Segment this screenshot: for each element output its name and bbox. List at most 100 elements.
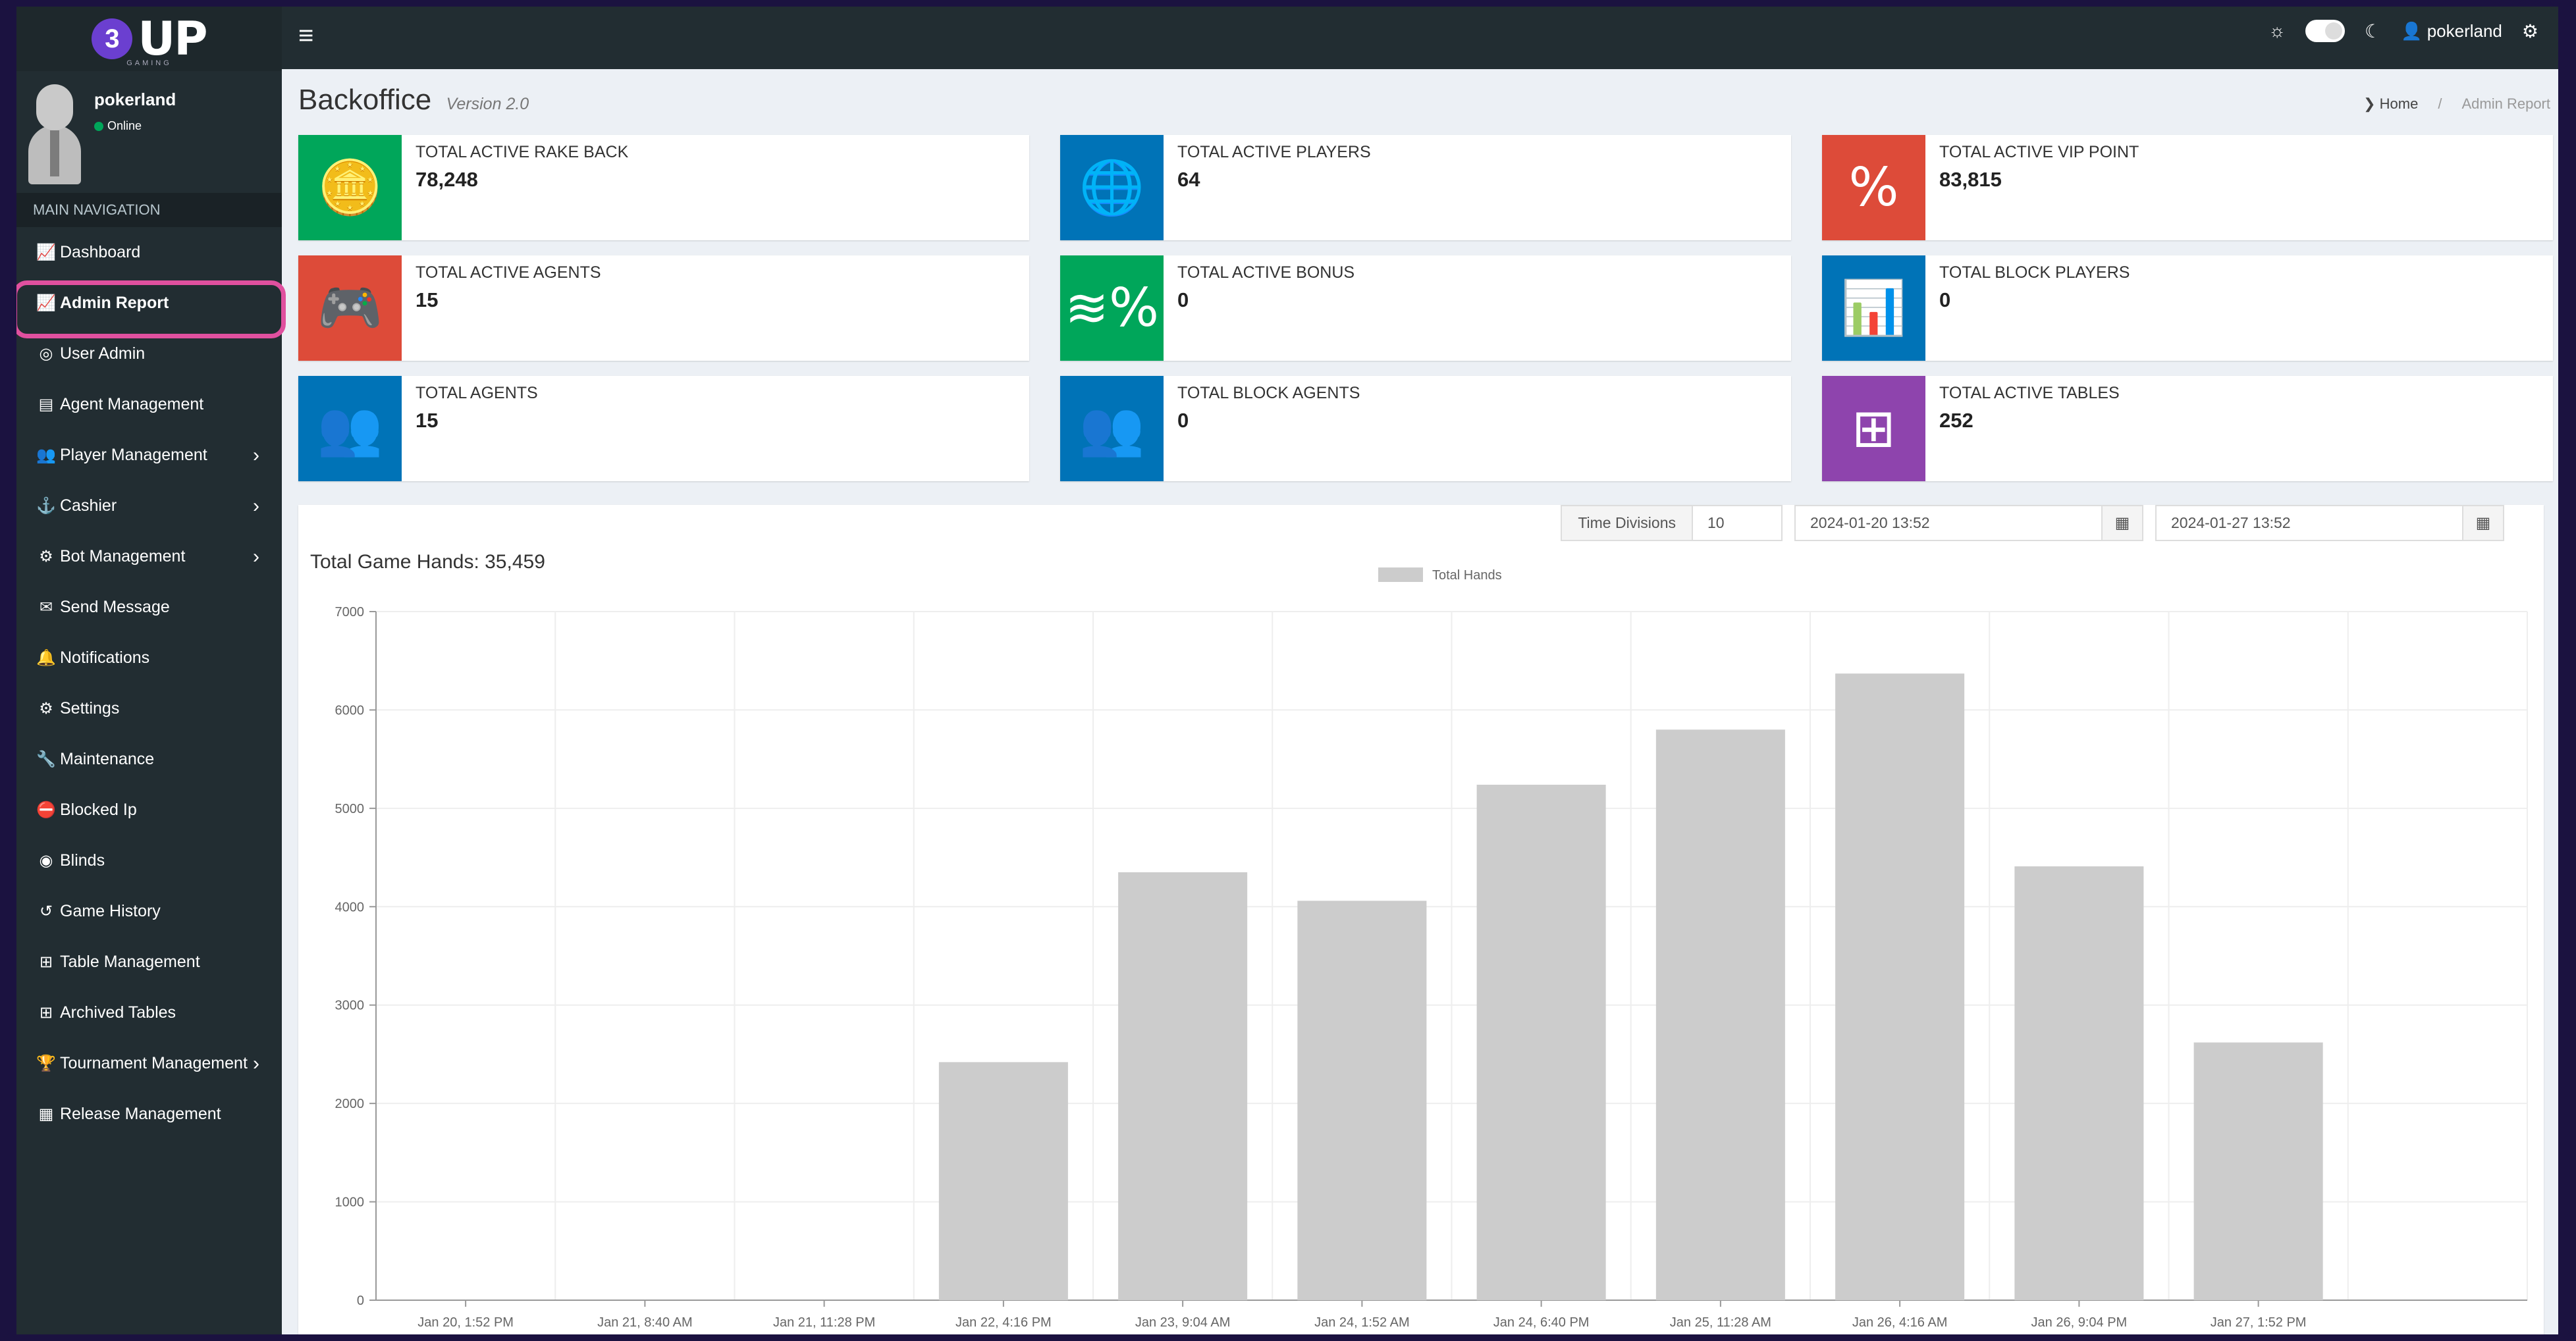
sidebar-item-game-history[interactable]: ↺ Game History xyxy=(16,886,282,937)
stat-card-label: TOTAL BLOCK PLAYERS xyxy=(1939,263,2130,282)
chart-panel: Time Divisions 10 2024-01-20 13:52 ▦ 202… xyxy=(298,505,2544,1334)
logo[interactable]: 3 UP GAMING xyxy=(16,7,282,71)
y-tick-label: 5000 xyxy=(335,802,365,816)
y-tick-label: 3000 xyxy=(335,999,365,1013)
x-tick-label: Jan 20, 1:52 PM xyxy=(417,1315,514,1330)
x-tick-label: Jan 23, 9:04 AM xyxy=(1135,1315,1231,1330)
user-status-label: Online xyxy=(107,119,142,132)
logo-text: UP xyxy=(138,12,207,66)
bot-icon: ⚙ xyxy=(39,548,53,565)
sidebar-item-maintenance[interactable]: 🔧 Maintenance xyxy=(16,734,282,785)
sidebar-item-label: Blocked Ip xyxy=(60,801,137,819)
stat-card-label: TOTAL ACTIVE VIP POINT xyxy=(1939,143,2139,161)
bar-chart: Total Hands 0 1000 2000 3000 4000 5000 6000 7000… xyxy=(335,567,2528,1330)
stat-card: 👥 TOTAL AGENTS 15 xyxy=(298,376,1029,481)
users-icon: 👥 xyxy=(36,446,56,464)
y-tick-label: 6000 xyxy=(335,703,365,718)
theme-toggle[interactable] xyxy=(2305,20,2345,42)
sidebar-item-label: Tournament Management xyxy=(60,1054,248,1072)
stat-card-label: TOTAL ACTIVE AGENTS xyxy=(416,263,601,282)
sidebar-item-cashier[interactable]: ⚓ Cashier › xyxy=(16,481,282,531)
sidebar-item-user-admin[interactable]: ◎ User Admin xyxy=(16,329,282,379)
y-tick-label: 7000 xyxy=(335,605,365,619)
bar xyxy=(2014,866,2144,1300)
sidebar-item-agent-management[interactable]: ▤ Agent Management xyxy=(16,379,282,430)
sidebar-item-admin-report[interactable]: 📈 Admin Report xyxy=(16,278,286,338)
bell-icon: 🔔 xyxy=(36,649,56,667)
stat-card-value: 252 xyxy=(1939,409,1973,432)
newspaper-icon: ▦ xyxy=(38,1105,54,1123)
sidebar-item-tournament-management[interactable]: 🏆 Tournament Management › xyxy=(16,1038,282,1089)
sidebar-item-label: Send Message xyxy=(60,598,170,616)
hamburger-menu-icon[interactable]: ≡ xyxy=(298,21,313,51)
sidebar-item-notifications[interactable]: 🔔 Notifications xyxy=(16,633,282,683)
envelope-icon: ✉ xyxy=(39,598,53,616)
stat-card: 👥 TOTAL BLOCK AGENTS 0 xyxy=(1060,376,1791,481)
app-frame: 3 UP GAMING pokerland Online MAIN NAVIGA… xyxy=(16,7,2558,1334)
logo-subtitle: GAMING xyxy=(126,59,172,67)
bar xyxy=(1655,729,1785,1300)
sidebar-item-table-management[interactable]: ⊞ Table Management xyxy=(16,937,282,987)
stat-card-label: TOTAL ACTIVE BONUS xyxy=(1177,263,1355,282)
group-icon: 👥 xyxy=(1060,376,1164,481)
breadcrumb-home[interactable]: ❯ Home xyxy=(2363,95,2418,112)
stat-card-value: 0 xyxy=(1939,288,1951,311)
y-tick-label: 4000 xyxy=(335,900,365,914)
sidebar-item-release-management[interactable]: ▦ Release Management xyxy=(16,1089,282,1140)
sidebar-item-label: Agent Management xyxy=(60,395,204,413)
sidebar-item-label: Player Management xyxy=(60,446,207,464)
top-bar: ≡ ☼ ☾ 👤 pokerland ⚙ xyxy=(282,7,2558,69)
bar-chart-icon: 📊 xyxy=(1822,255,1925,361)
x-tick-label: Jan 25, 11:28 AM xyxy=(1670,1315,1771,1330)
x-tick-label: Jan 21, 11:28 PM xyxy=(773,1315,875,1330)
breadcrumb: ❯ Home / Admin Report xyxy=(2363,95,2550,112)
coins-icon: 🪙 xyxy=(298,135,402,240)
stat-card-value: 15 xyxy=(416,409,439,432)
sidebar-item-settings[interactable]: ⚙ Settings xyxy=(16,683,282,734)
logo-badge: 3 xyxy=(92,18,133,59)
sidebar-item-label: Cashier xyxy=(60,496,117,515)
gamepad-icon: 🎮 xyxy=(298,255,402,361)
x-tick-label: Jan 26, 4:16 AM xyxy=(1852,1315,1948,1330)
sun-icon[interactable]: ☼ xyxy=(2268,20,2286,41)
stat-card-label: TOTAL AGENTS xyxy=(416,384,538,402)
stat-card: 🌐 TOTAL ACTIVE PLAYERS 64 xyxy=(1060,135,1791,240)
main-content: Backoffice Version 2.0 ❯ Home / Admin Repo… xyxy=(282,69,2558,1334)
y-tick-label: 0 xyxy=(357,1294,364,1308)
user-panel: pokerland Online xyxy=(16,71,282,193)
table-icon: ⊞ xyxy=(39,1004,53,1022)
stat-card-value: 64 xyxy=(1177,168,1200,191)
sidebar-item-archived-tables[interactable]: ⊞ Archived Tables xyxy=(16,987,282,1038)
stat-card-value: 0 xyxy=(1177,409,1189,432)
stat-card-value: 15 xyxy=(416,288,439,311)
page-version: Version 2.0 xyxy=(446,95,529,113)
wrench-icon: 🔧 xyxy=(36,750,56,768)
settings-gear-icon[interactable]: ⚙ xyxy=(2522,20,2538,42)
stat-card-label: TOTAL ACTIVE PLAYERS xyxy=(1177,143,1371,161)
sidebar-item-player-management[interactable]: 👥 Player Management › xyxy=(16,430,282,481)
sidebar-item-blinds[interactable]: ◉ Blinds xyxy=(16,835,282,886)
moon-icon[interactable]: ☾ xyxy=(2365,20,2381,42)
percent-icon: % xyxy=(1822,135,1925,240)
sidebar-item-bot-management[interactable]: ⚙ Bot Management › xyxy=(16,531,282,582)
x-tick-label: Jan 27, 1:52 PM xyxy=(2211,1315,2307,1330)
x-tick-label: Jan 24, 6:40 PM xyxy=(1493,1315,1590,1330)
agent-icon: ▤ xyxy=(38,396,54,413)
legend-swatch xyxy=(1378,567,1423,582)
sidebar-item-send-message[interactable]: ✉ Send Message xyxy=(16,582,282,633)
sidebar-item-label: User Admin xyxy=(60,344,146,363)
sidebar-item-label: Notifications xyxy=(60,648,150,667)
cashier-icon: ⚓ xyxy=(36,497,56,515)
table-icon: ⊞ xyxy=(39,953,53,971)
sidebar-username: pokerland xyxy=(94,90,176,109)
user-menu[interactable]: 👤 pokerland xyxy=(2401,21,2502,41)
sidebar: 3 UP GAMING pokerland Online MAIN NAVIGA… xyxy=(16,7,286,1334)
stat-card: 📊 TOTAL BLOCK PLAYERS 0 xyxy=(1822,255,2553,361)
page-title: Backoffice xyxy=(298,84,432,116)
sidebar-item-blocked-ip[interactable]: ⛔ Blocked Ip xyxy=(16,785,282,835)
stat-card: 🪙 TOTAL ACTIVE RAKE BACK 78,248 xyxy=(298,135,1029,240)
legend-label: Total Hands xyxy=(1432,568,1502,583)
bar xyxy=(1118,872,1248,1300)
user-status: Online xyxy=(94,119,176,133)
sidebar-item-dashboard[interactable]: 📈 Dashboard xyxy=(16,227,282,278)
